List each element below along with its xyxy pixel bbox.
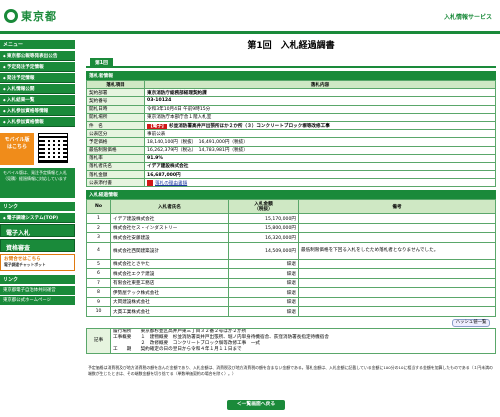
tab-round-1[interactable]: 第1回 [90,58,113,67]
main-content: 第1回 入札経過調書 第1回 落札者情報 落札項目 落札内容 契約部署 東京消防庁… [86,34,496,354]
sidebar-item-public-notice[interactable]: 東京都公報等発表出公告 [0,51,75,61]
bid-section-header: 入札経過情報 [86,190,496,200]
bid-header-no: No [86,199,111,215]
sidebar-item-order-plan[interactable]: 発注予定情報 [0,73,75,83]
round-tabs: 第1回 [86,58,496,68]
table-row: 公表添付書 落札の理由書類 [86,178,496,188]
sidebar-item-bid-results[interactable]: 入札結果一覧 [0,95,75,105]
bid-header-name: 入札者氏名 [110,199,229,215]
table-row: 契約番号 03-10124 [86,96,496,106]
footer-links-caption: リンク [0,275,75,284]
sidebar-item-planned-order[interactable]: 予定発注予定情報 [0,62,75,72]
footnotes: 予定価格は消費税及び地方消費税の額を含んだ金額であり、入札金額は、消費税及び地方… [88,365,493,376]
qa-sub: 電子調達チャットボット [4,262,46,267]
table-row: 3 株式会社安藤建設 16,320,000円 [86,232,496,243]
table-row: 落札金額 16,687,000円 [86,170,496,180]
link-joint-operation[interactable]: 東京都電子自治体共同運営 [0,286,75,295]
table-row: 10 大貫工業株式会社 辞退 [86,306,496,317]
table-row: 4 株式会社西関建築設計 14,509,000円 最低制限価格を下回る入札をしたため落… [86,241,496,260]
memo-line: 工 期 契約確定の日の翌日から令和４年１月１１日まで [113,346,242,352]
back-to-list-button[interactable]: ＜一覧画面へ戻る [227,400,285,410]
tokyo-logo[interactable]: 東京都 [4,8,57,24]
memo-label: 記事 [86,327,111,354]
project-name: 杉並消防署高井戸出張所ほか２か所（３）コンクリートブロック塀等改修工事 [169,123,330,129]
menu-caption: メニュー [0,40,75,49]
bid-header-note: 備考 [298,199,496,215]
memo-table: 記事 履行場所 東京都杉並区高井戸東三丁目３２番２号ほか２か所 工事概要 １ 建… [86,327,496,354]
bid-header-amount: 入札金額 （税抜） [228,199,299,215]
memo-content: 履行場所 東京都杉並区高井戸東三丁目３２番２号ほか２か所 工事概要 １ 建物概要… [110,327,496,354]
page-title: 第1回 入札経過調書 [247,41,335,51]
table-row: 公表区分 事前公表 [86,129,496,139]
mobile-note: モバイル版は、発注予定情報と入札（見積）経過情報に対応しています [0,168,75,198]
table-row: 8 伊勢屋テック株式会社 辞退 [86,287,496,298]
qr-code-icon [38,133,68,163]
logo-text: 東京都 [21,10,57,23]
table-row: 開札日時 令和3年10月4日 午前9時15分 [86,104,496,114]
table-row: 5 株式会社とさやた 辞退 [86,258,496,270]
mobile-label: モバイル版 [4,137,30,143]
hash-list-button[interactable]: ハッシュ値一覧 [452,318,490,327]
table-row: 2 株式会社セス・インダストリー 15,800,000円 [86,222,496,234]
table-row: 7 有限会社東亜工務店 辞退 [86,277,496,289]
winner-section-header: 落札者情報 [86,71,496,80]
sidebar: メニュー 東京都公報等発表出公告 予定発注予定情報 発注予定情報 入札情報公開 … [0,40,75,306]
table-row: 落札者氏名 イデア建設株式会社 [86,161,496,172]
qualification-review-button[interactable]: 資格審査 [0,239,75,252]
bid-table: No 入札者氏名 入札金額 （税抜） 備考 1 イデア建設株式会社 15,170,0… [86,199,496,317]
contact-chatbot-button[interactable]: お問合せはこちら 電子調達チャットボット [0,254,75,271]
table-row: 9 大岡建設株式会社 辞退 [86,296,496,308]
link-tokyo-official[interactable]: 東京都公式ホームページ [0,296,75,305]
table-row: 落札率 91.9% [86,153,496,163]
page-header: 東京都 入札情報サービス [0,0,500,34]
sidebar-item-qualification[interactable]: 入札参加資格等情報 [0,106,75,116]
tokyo-emblem-icon [4,9,18,23]
table-row: 開札場所 東京消防庁本部庁舎１階入札室 [86,112,496,122]
link-e-procurement[interactable]: 電子調達システム(TOP) [0,213,75,223]
table-row: 6 株式会社エクテ建設 辞退 [86,268,496,279]
table-row: 最低制限価格 16,262,379円（税込） 14,783,981円（税抜） [86,145,496,155]
info-header-item: 落札項目 [86,79,145,90]
links-caption: リンク [0,202,75,211]
mobile-promo: モバイル版 はこちら [0,133,75,165]
links-section: リンク 電子調達システム(TOP) 電子入札 資格審査 お問合せはこちら 電子調… [0,202,75,305]
pdf-icon [147,179,153,186]
service-title: 入札情報サービス [443,14,492,21]
table-row: 契約部署 東京消防庁総務部経理契約課 [86,88,496,98]
electronic-tag: 【電子】 [147,123,168,129]
mobile-sub: はこちら [6,144,27,150]
reason-document-link[interactable]: 落札の理由書類 [155,181,187,186]
sidebar-item-bid-info[interactable]: 入札情報公開 [0,84,75,94]
mobile-version-button[interactable]: モバイル版 はこちら [0,133,34,165]
table-row: 予定価格 18,140,100円（税抜） 16,491,000円（税抜） [86,137,496,147]
sidebar-item-participant[interactable]: 入札参加資格情報 [0,117,75,127]
e-bidding-button[interactable]: 電子入札 [0,224,75,237]
winner-info-table: 落札項目 落札内容 契約部署 東京消防庁総務部経理契約課 契約番号 03-10124… [86,79,496,188]
info-header-content: 落札内容 [144,79,496,90]
table-row: 1 イデア建設株式会社 15,170,000円 [86,213,496,224]
table-row: 件 名【電子】 杉並消防署高井戸出張所ほか２か所（３）コンクリートブロック塀等改… [86,120,496,131]
hash-row: ハッシュ値一覧 [86,317,496,328]
